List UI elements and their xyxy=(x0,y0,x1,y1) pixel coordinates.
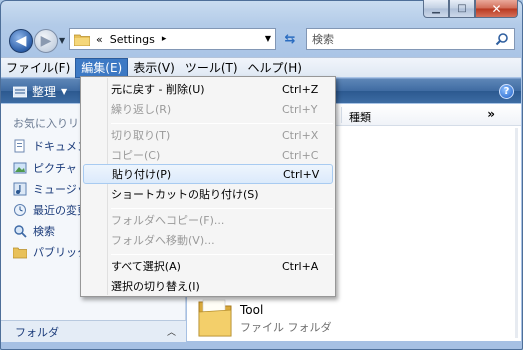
menu-item-copy-to-folder[interactable]: フォルダへコピー(F)... xyxy=(83,210,333,230)
forward-arrow-icon: ▶ xyxy=(40,33,52,49)
menu-separator xyxy=(111,123,333,124)
menu-item-label: フォルダへコピー(F)... xyxy=(111,214,225,227)
menu-help[interactable]: ヘルプ(H) xyxy=(243,58,307,78)
menu-item-shortcut: Ctrl+V xyxy=(283,167,320,181)
menu-item-shortcut: Ctrl+C xyxy=(282,148,319,162)
menu-item-invert-selection[interactable]: 選択の切り替え(I) xyxy=(83,276,333,296)
nav-item-recent[interactable]: 最近の変更 xyxy=(13,201,88,219)
nav-item-public[interactable]: パブリック xyxy=(13,243,88,261)
menu-item-cut[interactable]: 切り取り(T) Ctrl+X xyxy=(83,125,333,145)
search-input[interactable]: 検索 xyxy=(306,28,515,50)
menu-item-select-all[interactable]: すべて選択(A) Ctrl+A xyxy=(83,256,333,276)
public-folder-icon xyxy=(13,247,27,259)
history-dropdown-icon[interactable]: ▼ xyxy=(59,36,65,45)
menu-view[interactable]: 表示(V) xyxy=(128,58,180,78)
menu-item-shortcut: Ctrl+X xyxy=(282,128,319,142)
menu-separator xyxy=(111,254,333,255)
menu-item-label: すべて選択(A) xyxy=(111,260,181,273)
address-dropdown-icon[interactable]: ▼ xyxy=(265,34,271,43)
organize-button[interactable]: 整理 ▼ xyxy=(13,83,67,100)
file-type: ファイル フォルダ xyxy=(240,321,332,334)
menu-item-label: コピー(C) xyxy=(111,149,161,162)
documents-icon xyxy=(14,139,25,153)
menu-item-move-to-folder[interactable]: フォルダへ移動(V)... xyxy=(83,230,333,250)
organize-label: 整理 xyxy=(32,85,57,99)
nav-item-label: ピクチャ xyxy=(33,162,77,175)
menu-item-shortcut: Ctrl+Y xyxy=(282,102,318,116)
breadcrumb-settings[interactable]: Settings xyxy=(110,33,155,46)
refresh-icon: ⇆ xyxy=(284,31,296,47)
search-icon[interactable] xyxy=(495,32,509,46)
menu-item-label: ショートカットの貼り付け(S) xyxy=(111,188,259,201)
help-icon[interactable]: ? xyxy=(499,84,514,99)
scrollbar[interactable] xyxy=(515,128,518,338)
menu-item-undo[interactable]: 元に戻す - 削除(U) Ctrl+Z xyxy=(83,79,333,99)
nav-item-music[interactable]: ミュージッ xyxy=(13,180,88,198)
caption-buttons: ▁ □ ✕ xyxy=(423,0,518,19)
nav-item-search[interactable]: 検索 xyxy=(13,222,55,240)
search-placeholder: 検索 xyxy=(312,33,334,46)
breadcrumb-overflow[interactable]: « xyxy=(96,33,103,46)
menu-item-label: フォルダへ移動(V)... xyxy=(111,234,215,247)
folder-icon[interactable] xyxy=(197,296,233,338)
folders-toggle[interactable]: フォルダ ︿ xyxy=(1,320,186,342)
favorites-heading: お気に入りリ xyxy=(13,117,79,130)
organize-icon xyxy=(13,86,27,97)
back-button[interactable]: ◀ xyxy=(9,29,33,53)
menu-item-paste[interactable]: 貼り付け(P) Ctrl+V xyxy=(83,164,333,184)
menu-item-redo[interactable]: 繰り返し(R) Ctrl+Y xyxy=(83,99,333,119)
minimize-button[interactable]: ▁ xyxy=(423,0,449,18)
column-divider[interactable] xyxy=(341,107,342,123)
menu-edit[interactable]: 編集(E) xyxy=(75,57,129,78)
refresh-button[interactable]: ⇆ xyxy=(280,29,300,49)
column-overflow-icon[interactable]: » xyxy=(487,107,495,121)
menu-item-label: 繰り返し(R) xyxy=(111,103,172,116)
address-bar[interactable]: « Settings ▸ ▼ xyxy=(69,28,276,50)
music-icon xyxy=(13,182,27,196)
menu-item-paste-shortcut[interactable]: ショートカットの貼り付け(S) xyxy=(83,184,333,204)
menu-item-label: 貼り付け(P) xyxy=(112,168,172,181)
folders-label: フォルダ xyxy=(15,325,59,339)
menu-item-shortcut: Ctrl+Z xyxy=(282,82,319,96)
menu-item-label: 選択の切り替え(I) xyxy=(111,280,200,293)
search-folder-icon xyxy=(14,225,27,238)
menu-item-shortcut: Ctrl+A xyxy=(282,259,319,273)
menu-item-label: 切り取り(T) xyxy=(111,129,171,142)
organize-dropdown-icon: ▼ xyxy=(61,87,68,96)
folder-icon xyxy=(74,34,90,46)
menu-tools[interactable]: ツール(T) xyxy=(180,58,243,78)
file-name[interactable]: Tool xyxy=(240,303,263,317)
nav-item-label: 検索 xyxy=(33,225,55,238)
menu-item-copy[interactable]: コピー(C) Ctrl+C xyxy=(83,145,333,165)
pictures-icon xyxy=(13,162,27,174)
nav-item-pictures[interactable]: ピクチャ xyxy=(13,159,77,177)
nav-item-documents[interactable]: ドキュメン xyxy=(13,137,88,155)
menu-separator xyxy=(111,208,333,209)
close-button[interactable]: ✕ xyxy=(475,0,518,18)
edit-menu: 元に戻す - 削除(U) Ctrl+Z 繰り返し(R) Ctrl+Y 切り取り(… xyxy=(80,76,336,297)
back-arrow-icon: ◀ xyxy=(15,33,27,49)
menu-bar: ファイル(F) 編集(E) 表示(V) ツール(T) ヘルプ(H) xyxy=(1,57,521,78)
recent-icon xyxy=(14,204,26,216)
chevron-up-icon: ︿ xyxy=(166,328,176,338)
forward-button[interactable]: ▶ xyxy=(34,29,58,53)
breadcrumb-chevron-icon[interactable]: ▸ xyxy=(162,34,167,44)
maximize-button[interactable]: □ xyxy=(449,0,475,18)
column-type[interactable]: 種類 xyxy=(349,109,371,125)
menu-item-label: 元に戻す - 削除(U) xyxy=(111,83,205,96)
menu-file[interactable]: ファイル(F) xyxy=(1,58,75,78)
